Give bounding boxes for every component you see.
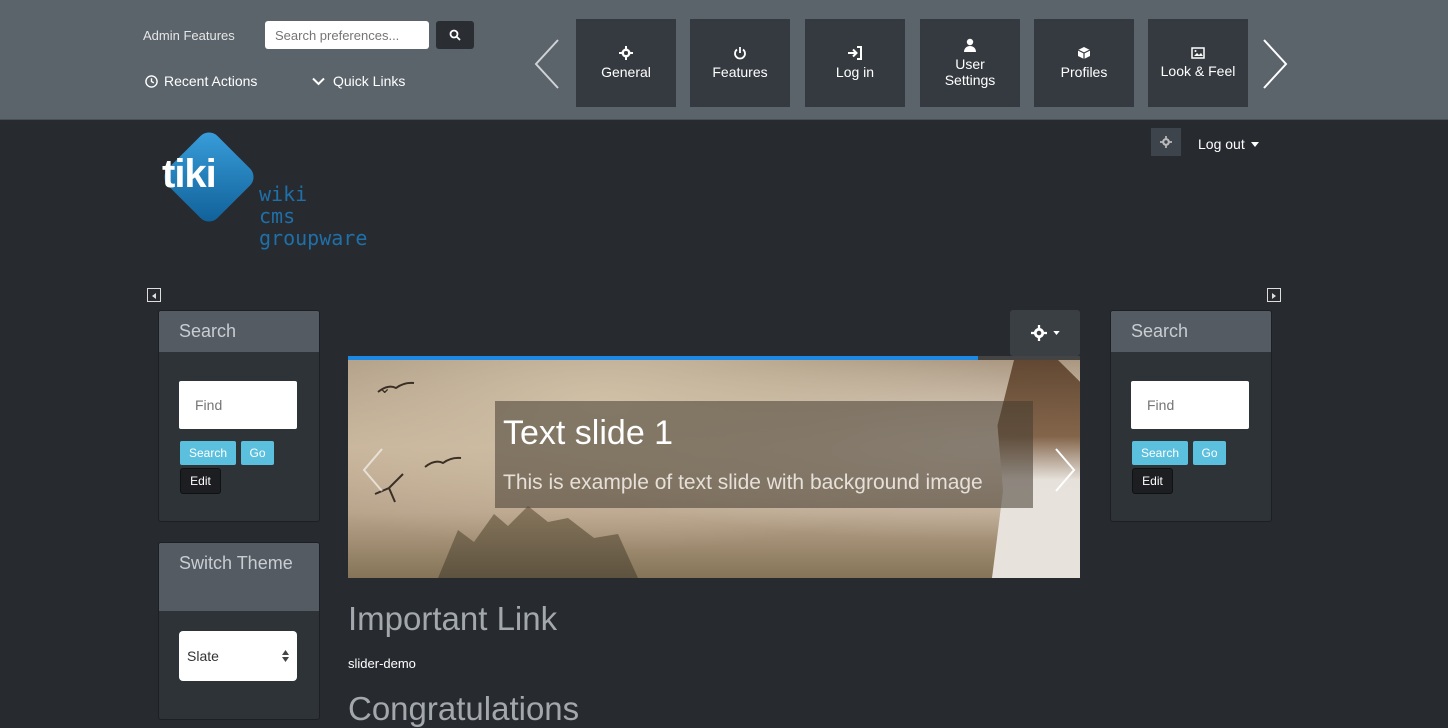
logout-dropdown[interactable]: Log out: [1198, 136, 1259, 152]
cube-icon: [1077, 46, 1091, 59]
module-title: Switch Theme: [159, 543, 319, 611]
search-find-input[interactable]: [1131, 381, 1249, 429]
search-icon: [449, 29, 461, 41]
slider-next-icon[interactable]: [1050, 445, 1080, 495]
admin-tile-features[interactable]: Features: [690, 19, 790, 107]
logo-line-groupware: groupware: [259, 226, 368, 250]
theme-select[interactable]: Slate: [179, 631, 297, 681]
admin-tile-log-in[interactable]: Log in: [805, 19, 905, 107]
tile-label: Look & Feel: [1160, 62, 1236, 79]
slider-demo-link[interactable]: slider-demo: [348, 656, 416, 671]
admin-tile-profiles[interactable]: Profiles: [1034, 19, 1134, 107]
edit-button[interactable]: Edit: [180, 468, 221, 494]
quick-links-menu[interactable]: Quick Links: [312, 73, 405, 89]
logo-mark-text: tiki: [162, 152, 217, 196]
recent-actions-menu[interactable]: Recent Actions: [145, 73, 257, 89]
caret-right-icon: [1272, 293, 1276, 299]
logo-tagline: wiki cms groupware: [259, 183, 367, 249]
tiki-logo[interactable]: tiki: [156, 128, 266, 243]
settings-gear-button[interactable]: [1151, 128, 1181, 156]
go-button[interactable]: Go: [1193, 441, 1226, 465]
recent-actions-label: Recent Actions: [164, 73, 258, 89]
theme-select-value: Slate: [187, 648, 219, 664]
gear-icon: [1160, 136, 1172, 148]
logo-line-cms: cms: [259, 204, 296, 228]
user-icon: [964, 38, 976, 52]
heading-important-link: Important Link: [348, 600, 558, 637]
slide-title: Text slide 1: [503, 414, 674, 452]
admin-tile-general[interactable]: General: [576, 19, 676, 107]
tile-label: Log in: [835, 63, 875, 80]
slider-prev-icon[interactable]: [358, 445, 388, 495]
castle-image: [438, 506, 638, 578]
search-submit-button[interactable]: Search: [1132, 441, 1188, 465]
slide-text: This is example of text slide with backg…: [503, 471, 983, 494]
power-icon: [734, 46, 746, 60]
module-title: Search: [1111, 311, 1271, 352]
sign-in-icon: [848, 45, 862, 60]
image-icon: [1191, 47, 1205, 59]
admin-bar: Admin Features Recent Actions Quick Link…: [0, 0, 1448, 120]
caret-left-icon: [152, 293, 156, 299]
quick-links-label: Quick Links: [333, 73, 406, 89]
image-slider[interactable]: ⌄ Text slide 1 This is example of text s…: [348, 360, 1080, 578]
logo-line-wiki: wiki: [259, 182, 308, 206]
gear-icon: [1030, 325, 1047, 341]
left-search-module: Search Search Go Edit: [158, 310, 320, 522]
gear-icon: [619, 45, 633, 60]
edit-button[interactable]: Edit: [1132, 468, 1173, 494]
admin-features-link[interactable]: Admin Features: [143, 28, 235, 43]
logout-label: Log out: [1198, 136, 1245, 152]
bird-icon: [377, 381, 415, 393]
carousel-prev-arrow-icon[interactable]: [532, 38, 562, 90]
go-button[interactable]: Go: [241, 441, 274, 465]
carousel-next-arrow-icon[interactable]: [1260, 38, 1290, 90]
heading-congratulations: Congratulations: [348, 690, 580, 727]
admin-tile-user-settings[interactable]: User Settings: [920, 19, 1020, 107]
caret-down-icon: [1052, 331, 1060, 335]
module-title: Search: [159, 311, 319, 352]
search-submit-button[interactable]: Search: [180, 441, 236, 465]
updown-caret-icon: [282, 650, 289, 662]
search-find-input[interactable]: [179, 381, 297, 429]
tile-label: General: [601, 63, 651, 80]
right-search-module: Search Search Go Edit: [1110, 310, 1272, 522]
clock-icon: [145, 74, 158, 88]
tile-label: Profiles: [1060, 63, 1108, 80]
chevron-down-icon: [312, 77, 325, 85]
admin-tile-look-feel[interactable]: Look & Feel: [1148, 19, 1248, 107]
search-button[interactable]: [436, 21, 474, 49]
toggle-left-column-button[interactable]: [147, 288, 161, 302]
bird-icon: [424, 456, 462, 468]
switch-theme-module: Switch Theme Slate: [158, 542, 320, 720]
tile-label: User Settings: [944, 55, 996, 88]
module-settings-dropdown[interactable]: [1010, 310, 1080, 356]
toggle-right-column-button[interactable]: [1267, 288, 1281, 302]
caret-down-icon: [1250, 141, 1259, 147]
search-preferences-input[interactable]: [265, 21, 429, 49]
tile-label: Features: [712, 63, 768, 80]
